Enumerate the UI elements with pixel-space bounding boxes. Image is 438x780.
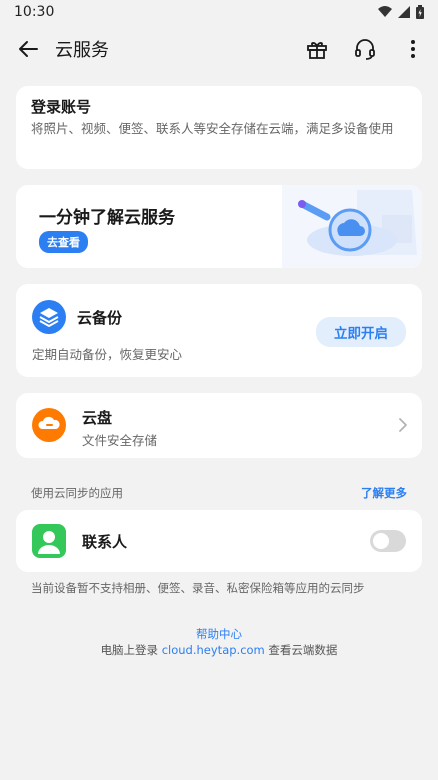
sync-section-label: 使用云同步的应用 [31, 486, 123, 500]
back-button[interactable] [14, 35, 42, 63]
cloud-drive-card[interactable]: 云盘 文件安全存储 [16, 393, 422, 458]
status-time: 10:30 [14, 4, 55, 20]
login-description: 将照片、视频、便签、联系人等安全存储在云端，满足多设备使用 [31, 121, 394, 136]
help-center-link[interactable]: 帮助中心 [0, 626, 438, 642]
promo-banner[interactable]: 一分钟了解云服务 去查看 [16, 185, 422, 268]
more-vertical-icon [411, 40, 415, 58]
status-bar: 10:30 [0, 0, 438, 24]
footer-prefix: 电脑上登录 [100, 643, 162, 657]
promo-title: 一分钟了解云服务 [39, 208, 175, 228]
backup-description: 定期自动备份，恢复更安心 [32, 347, 183, 362]
signal-icon [398, 6, 410, 18]
contacts-sync-toggle[interactable] [370, 530, 406, 552]
wifi-icon [378, 6, 392, 17]
unsupported-apps-note: 当前设备暂不支持相册、便签、录音、私密保险箱等应用的云同步 [31, 581, 365, 595]
footer-suffix: 查看云端数据 [264, 643, 338, 657]
more-options-button[interactable] [400, 36, 426, 62]
gift-button[interactable] [304, 36, 330, 62]
drive-description: 文件安全存储 [82, 433, 158, 448]
gift-icon [307, 42, 327, 59]
backup-title: 云备份 [77, 309, 123, 327]
battery-icon [416, 5, 424, 19]
status-icons [378, 5, 424, 19]
chevron-right-icon [399, 418, 407, 432]
contacts-title: 联系人 [82, 533, 128, 551]
promo-view-button[interactable]: 去查看 [39, 231, 88, 253]
nav-bar: 云服务 [0, 24, 438, 74]
layers-icon [32, 300, 66, 334]
cloud-website-link[interactable]: cloud.heytap.com [162, 643, 265, 657]
enable-backup-button[interactable]: 立即开启 [316, 317, 406, 347]
login-card[interactable]: 登录账号 将照片、视频、便签、联系人等安全存储在云端，满足多设备使用 [16, 86, 422, 169]
person-icon [32, 524, 66, 558]
customer-service-button[interactable] [352, 36, 378, 62]
headset-icon [355, 39, 375, 60]
drive-title: 云盘 [82, 409, 113, 427]
learn-more-link[interactable]: 了解更多 [361, 485, 407, 501]
cloud-search-illustration [282, 185, 422, 268]
footer-text: 电脑上登录 cloud.heytap.com 查看云端数据 [0, 642, 438, 658]
toggle-knob [373, 533, 389, 549]
contacts-sync-card: 联系人 [16, 510, 422, 572]
page-title: 云服务 [55, 40, 109, 61]
cloud-icon [32, 408, 66, 442]
login-title: 登录账号 [31, 98, 92, 116]
arrow-left-icon [19, 41, 38, 57]
cloud-backup-card[interactable]: 云备份 定期自动备份，恢复更安心 立即开启 [16, 284, 422, 377]
